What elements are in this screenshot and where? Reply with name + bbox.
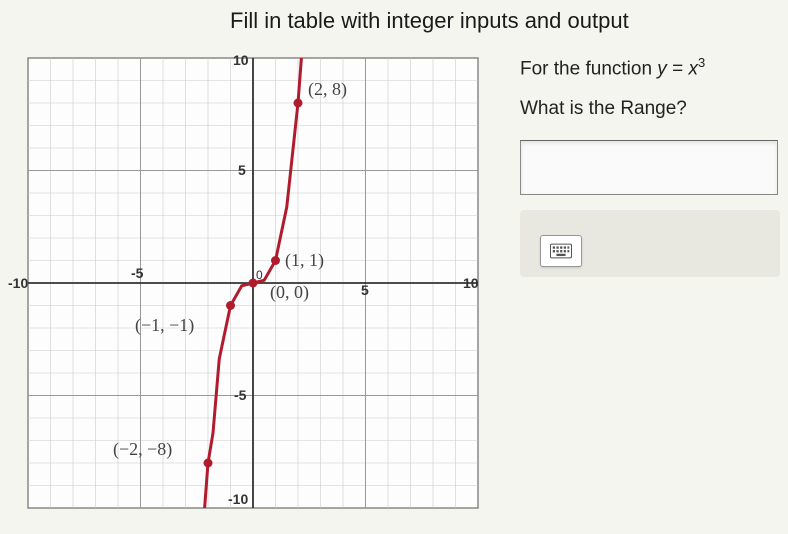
keyboard-button[interactable]: [540, 235, 582, 267]
label-neg2-neg8: (−2, −8): [113, 439, 172, 460]
label-neg1-neg1: (−1, −1): [135, 315, 194, 336]
func-prefix: For the function: [520, 58, 657, 79]
range-question: What is the Range?: [520, 98, 780, 120]
function-definition: For the function y = x3: [520, 55, 780, 80]
x-tick-neg5: -5: [131, 265, 144, 281]
label-1-1: (1, 1): [285, 250, 324, 271]
graph-container: (2, 8) (1, 1) (0, 0) (−1, −1) (−2, −8) -…: [8, 48, 498, 526]
y-tick-neg10: -10: [228, 491, 248, 507]
x-tick-5: 5: [361, 282, 369, 298]
page-title: Fill in table with integer inputs and ou…: [230, 8, 629, 34]
input-toolbar: [520, 210, 780, 277]
keyboard-icon: [550, 243, 572, 259]
x-tick-0: 0: [256, 268, 263, 282]
y-tick-neg5: -5: [234, 387, 247, 403]
label-0-0: (0, 0): [270, 282, 309, 303]
label-2-8: (2, 8): [308, 79, 347, 100]
func-x: x: [688, 58, 698, 79]
func-eq: =: [667, 58, 689, 79]
answer-input[interactable]: [520, 140, 778, 195]
point-neg2-neg8: [204, 459, 213, 468]
x-tick-10: 10: [463, 275, 479, 291]
func-y: y: [657, 58, 667, 79]
right-panel: For the function y = x3 What is the Rang…: [520, 55, 780, 277]
y-tick-10: 10: [233, 52, 249, 68]
y-tick-5: 5: [238, 162, 246, 178]
cubic-graph: (2, 8) (1, 1) (0, 0) (−1, −1) (−2, −8) -…: [8, 48, 498, 526]
point-2-8: [294, 99, 303, 108]
point-1-1: [271, 256, 280, 265]
func-exponent: 3: [698, 55, 705, 70]
point-neg1-neg1: [226, 301, 235, 310]
x-tick-neg10: -10: [8, 275, 28, 291]
